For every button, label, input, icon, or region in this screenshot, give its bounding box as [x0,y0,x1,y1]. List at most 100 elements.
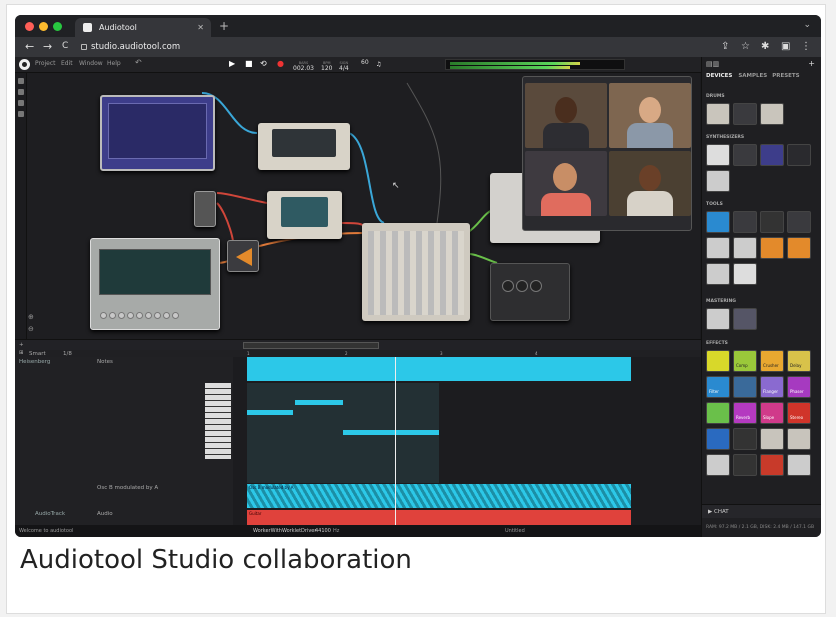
url-field[interactable]: studio.audiotool.com [79,40,679,54]
loop-button[interactable]: ⟲ [260,59,267,68]
device-thumb[interactable] [733,103,757,125]
device-thumb[interactable] [706,263,730,285]
signature-display[interactable]: SIGN 4/4 [339,60,349,72]
tab-presets[interactable]: PRESETS [772,73,799,79]
device-thumb[interactable] [760,103,784,125]
effect-thumb[interactable]: Stereo [787,402,811,424]
reload-button[interactable]: C [62,41,68,51]
mixer-device[interactable] [362,223,470,321]
filter-device[interactable] [267,191,342,239]
chat-panel-toggle[interactable]: ▶ CHAT [702,504,821,518]
gate-device[interactable] [194,191,216,227]
effect-thumb[interactable] [760,454,784,476]
maximize-window-icon[interactable] [53,22,62,31]
piano-keys[interactable] [205,383,231,459]
sidebar-icon[interactable]: ▣ [781,41,790,52]
overview-scrollbar[interactable] [243,342,379,349]
bpm-display[interactable]: BPM 120 [321,60,332,72]
effect-thumb[interactable] [706,402,730,424]
zoom-in-icon[interactable]: ⊕ [28,313,34,321]
star-icon[interactable]: ☆ [741,41,750,52]
more-icon[interactable]: ⋮ [801,41,811,52]
tab-samples[interactable]: SAMPLES [738,73,767,79]
add-icon[interactable]: + [808,59,815,68]
effect-thumb[interactable]: Filter [706,376,730,398]
menu-window[interactable]: Window [79,60,103,67]
arrangement-grid[interactable]: Osc B modulated by A Guitar [233,357,701,526]
select-tool-icon[interactable] [18,89,24,95]
effect-thumb[interactable]: Reverb [733,402,757,424]
device-thumb[interactable] [706,211,730,233]
share-icon[interactable]: ⇪ [721,41,729,52]
menu-help[interactable]: Help [107,60,121,67]
device-thumb[interactable] [733,211,757,233]
track-name[interactable]: AudioTrack [35,511,65,517]
new-tab-button[interactable]: + [219,19,229,33]
panel-layout-icons[interactable]: ▤▥ [706,60,719,68]
effect-thumb[interactable] [733,454,757,476]
track-name[interactable]: Heisenberg [19,359,50,365]
effect-thumb[interactable] [787,454,811,476]
device-thumb[interactable] [760,237,784,259]
effect-thumb[interactable] [706,350,730,372]
device-thumb[interactable] [760,211,784,233]
position-display[interactable]: BARS 002.03 [293,60,314,72]
effect-thumb[interactable]: Crusher [760,350,784,372]
pointer-tool-icon[interactable] [18,78,24,84]
forward-button[interactable]: → [43,40,52,53]
effect-thumb[interactable]: Slope [760,402,784,424]
automation-clip[interactable]: Osc B modulated by A [247,484,631,508]
close-tab-icon[interactable]: ✕ [197,23,204,32]
menu-edit[interactable]: Edit [61,60,73,67]
video-call-window[interactable] [522,76,692,231]
play-button[interactable]: ▶ [229,59,235,68]
add-track-icon[interactable]: + [19,342,24,348]
metronome-icon[interactable]: ♫ [376,61,381,68]
note-editor[interactable] [247,383,439,483]
tab-devices[interactable]: DEVICES [706,73,732,79]
device-thumb[interactable] [787,144,811,166]
device-thumb[interactable] [733,263,757,285]
device-thumb[interactable] [733,237,757,259]
effect-thumb[interactable]: Delay [787,350,811,372]
device-thumb[interactable] [706,308,730,330]
record-button[interactable]: ● [277,59,284,68]
zoom-out-icon[interactable]: ⊖ [28,325,34,333]
effect-thumb[interactable] [706,454,730,476]
extensions-icon[interactable]: ✱ [761,41,769,52]
synth-device[interactable] [100,95,215,171]
device-thumb[interactable] [787,237,811,259]
effect-thumb[interactable]: Comp [733,350,757,372]
device-thumb[interactable] [760,144,784,166]
panner-device[interactable] [227,240,259,272]
device-thumb[interactable] [706,103,730,125]
stop-button[interactable]: ■ [245,59,253,68]
device-thumb[interactable] [787,211,811,233]
device-thumb[interactable] [706,237,730,259]
sampler-device[interactable] [90,238,220,330]
project-name[interactable]: Untitled [505,528,525,534]
playhead[interactable] [395,357,396,526]
output-device[interactable] [490,263,570,321]
tab-list-chevron-icon[interactable]: ⌄ [803,20,811,30]
browser-tab[interactable]: Audiotool ✕ [75,18,211,37]
effect-thumb[interactable]: Phaser [787,376,811,398]
audio-clip[interactable]: Guitar [247,510,631,526]
menu-project[interactable]: Project [35,60,56,67]
close-window-icon[interactable] [25,22,34,31]
lane-label[interactable]: Osc B modulated by A [97,485,158,491]
effect-thumb[interactable] [706,428,730,450]
audiotool-logo-icon[interactable] [19,59,30,70]
back-button[interactable]: ← [25,40,34,53]
effect-thumb[interactable] [733,428,757,450]
headphones-icon[interactable] [18,100,24,106]
effect-thumb[interactable] [733,376,757,398]
device-thumb[interactable] [733,144,757,166]
equalizer-device[interactable] [258,123,350,170]
device-thumb[interactable] [706,170,730,192]
effect-thumb[interactable] [760,428,784,450]
effect-thumb[interactable] [787,428,811,450]
lane-label[interactable]: Audio [97,511,113,517]
undo-button[interactable]: ↶ [135,58,142,67]
effect-thumb[interactable]: Flanger [760,376,784,398]
